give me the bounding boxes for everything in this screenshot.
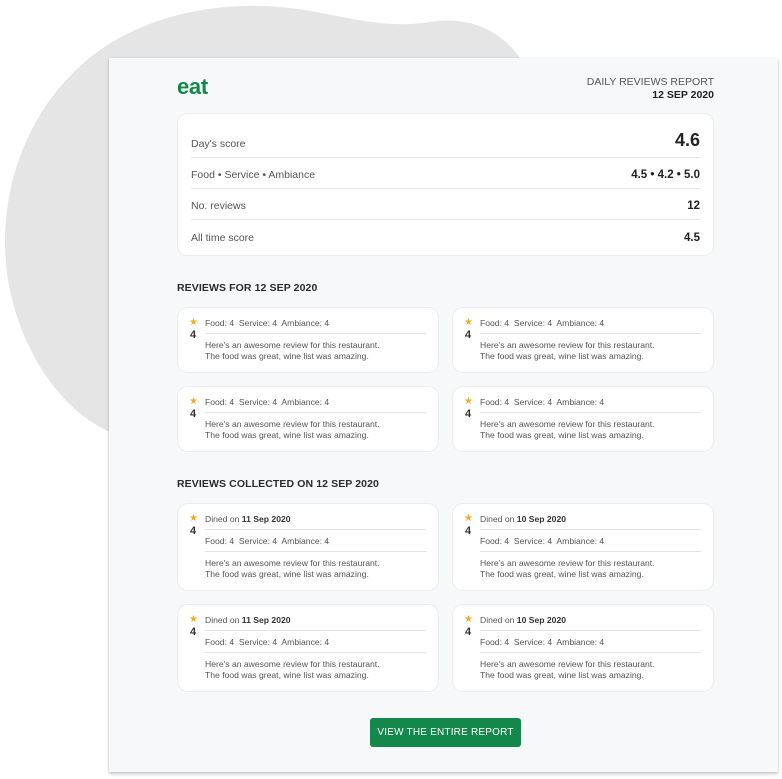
review-text-line2: The food was great, wine list was amazin…	[480, 351, 644, 361]
review-card[interactable]: ★ 4 Food: 4 Service: 4 Ambiance: 4 Here'…	[177, 386, 439, 452]
review-rating: 4	[190, 525, 197, 537]
review-text-line1: Here's an awesome review for this restau…	[205, 558, 380, 568]
card-divider	[480, 652, 701, 653]
summary-row-all-time-score: All time score 4.5	[191, 220, 700, 251]
review-text-line2: The food was great, wine list was amazin…	[480, 430, 644, 440]
review-rating: 4	[190, 329, 197, 341]
review-text-line1: Here's an awesome review for this restau…	[205, 340, 380, 350]
card-divider	[205, 551, 426, 552]
review-scores: Food: 4 Service: 4 Ambiance: 4	[205, 637, 330, 647]
review-scores: Food: 4 Service: 4 Ambiance: 4	[480, 637, 605, 647]
dined-on: Dined on 11 Sep 2020	[205, 514, 426, 525]
summary-label: Food • Service • Ambiance	[191, 169, 316, 181]
eat-logo: eat	[177, 74, 208, 99]
summary-value: 4.5 • 4.2 • 5.0	[631, 169, 700, 181]
review-scores: Food: 4 Service: 4 Ambiance: 4	[480, 536, 605, 546]
card-divider	[205, 630, 426, 631]
summary-label: All time score	[191, 232, 255, 244]
star-icon: ★	[464, 317, 473, 328]
summary-value: 12	[687, 200, 700, 212]
dined-date: 10 Sep 2020	[516, 615, 567, 625]
review-text-line1: Here's an awesome review for this restau…	[480, 659, 655, 669]
review-rating: 4	[465, 329, 472, 341]
summary-card: Day's score 4.6 Food • Service • Ambianc…	[177, 113, 714, 256]
collected-section-title: REVIEWS COLLECTED ON 12 SEP 2020	[177, 478, 379, 490]
star-icon: ★	[464, 614, 473, 625]
collected-review-card[interactable]: ★ 4 Dined on 10 Sep 2020 Food: 4 Service…	[452, 604, 714, 692]
dined-date: 11 Sep 2020	[241, 615, 291, 625]
review-scores: Food: 4 Service: 4 Ambiance: 4	[205, 318, 330, 328]
reviews-grid: ★ 4 Food: 4 Service: 4 Ambiance: 4 Here'…	[177, 307, 714, 452]
dined-date: 10 Sep 2020	[516, 514, 567, 524]
review-text-line2: The food was great, wine list was amazin…	[205, 351, 369, 361]
star-icon: ★	[189, 317, 198, 328]
reviews-section-title: REVIEWS FOR 12 SEP 2020	[177, 282, 318, 294]
view-entire-report-button[interactable]: VIEW THE ENTIRE REPORT	[370, 718, 521, 747]
star-icon: ★	[189, 396, 198, 407]
collected-review-card[interactable]: ★ 4 Dined on 11 Sep 2020 Food: 4 Service…	[177, 503, 439, 591]
card-divider	[480, 529, 701, 530]
card-divider	[480, 412, 701, 413]
dined-prefix: Dined on	[205, 514, 242, 524]
review-card[interactable]: ★ 4 Food: 4 Service: 4 Ambiance: 4 Here'…	[177, 307, 439, 373]
summary-label: No. reviews	[191, 200, 246, 212]
review-rating: 4	[465, 626, 472, 638]
collected-review-card[interactable]: ★ 4 Dined on 11 Sep 2020 Food: 4 Service…	[177, 604, 439, 692]
report-page: eat DAILY REVIEWS REPORT 12 SEP 2020 Day…	[109, 58, 778, 772]
card-divider	[480, 551, 701, 552]
review-rating: 4	[190, 408, 197, 420]
review-scores: Food: 4 Service: 4 Ambiance: 4	[205, 536, 330, 546]
review-rating: 4	[465, 408, 472, 420]
review-card[interactable]: ★ 4 Food: 4 Service: 4 Ambiance: 4 Here'…	[452, 386, 714, 452]
review-text-line1: Here's an awesome review for this restau…	[480, 558, 655, 568]
report-header: eat DAILY REVIEWS REPORT 12 SEP 2020	[177, 74, 714, 114]
card-divider	[205, 652, 426, 653]
report-title: DAILY REVIEWS REPORT	[586, 76, 714, 88]
dined-prefix: Dined on	[480, 615, 517, 625]
review-scores: Food: 4 Service: 4 Ambiance: 4	[205, 397, 330, 407]
summary-row-review-count: No. reviews 12	[191, 189, 700, 220]
summary-row-category-scores: Food • Service • Ambiance 4.5 • 4.2 • 5.…	[191, 158, 700, 189]
report-date: 12 SEP 2020	[652, 89, 714, 101]
review-text-line1: Here's an awesome review for this restau…	[480, 419, 655, 429]
card-divider	[205, 412, 426, 413]
review-text-line2: The food was great, wine list was amazin…	[480, 670, 644, 680]
review-text-line2: The food was great, wine list was amazin…	[205, 430, 369, 440]
review-text-line2: The food was great, wine list was amazin…	[205, 569, 369, 579]
card-divider	[205, 333, 426, 334]
review-rating: 4	[190, 626, 197, 638]
review-scores: Food: 4 Service: 4 Ambiance: 4	[480, 397, 605, 407]
review-text-line2: The food was great, wine list was amazin…	[480, 569, 644, 579]
card-divider	[480, 333, 701, 334]
review-text-line1: Here's an awesome review for this restau…	[205, 659, 380, 669]
review-text-line1: Here's an awesome review for this restau…	[480, 340, 655, 350]
collected-review-card[interactable]: ★ 4 Dined on 10 Sep 2020 Food: 4 Service…	[452, 503, 714, 591]
star-icon: ★	[189, 614, 198, 625]
card-divider	[480, 630, 701, 631]
review-rating: 4	[465, 525, 472, 537]
star-icon: ★	[464, 396, 473, 407]
review-card[interactable]: ★ 4 Food: 4 Service: 4 Ambiance: 4 Here'…	[452, 307, 714, 373]
review-text-line2: The food was great, wine list was amazin…	[205, 670, 369, 680]
summary-value: 4.5	[684, 232, 700, 244]
dined-on: Dined on 11 Sep 2020	[205, 615, 426, 626]
review-text-line1: Here's an awesome review for this restau…	[205, 419, 380, 429]
dined-date: 11 Sep 2020	[241, 514, 291, 524]
review-scores: Food: 4 Service: 4 Ambiance: 4	[480, 318, 605, 328]
dined-on: Dined on 10 Sep 2020	[480, 615, 701, 626]
summary-row-days-score: Day's score 4.6	[191, 114, 700, 158]
summary-label: Day's score	[191, 138, 246, 150]
dined-on: Dined on 10 Sep 2020	[480, 514, 701, 525]
collected-reviews-grid: ★ 4 Dined on 11 Sep 2020 Food: 4 Service…	[177, 503, 714, 692]
report-info: DAILY REVIEWS REPORT 12 SEP 2020	[587, 76, 714, 102]
summary-value: 4.6	[674, 130, 700, 150]
star-icon: ★	[464, 513, 473, 524]
dined-prefix: Dined on	[480, 514, 517, 524]
star-icon: ★	[189, 513, 198, 524]
dined-prefix: Dined on	[205, 615, 242, 625]
card-divider	[205, 529, 426, 530]
